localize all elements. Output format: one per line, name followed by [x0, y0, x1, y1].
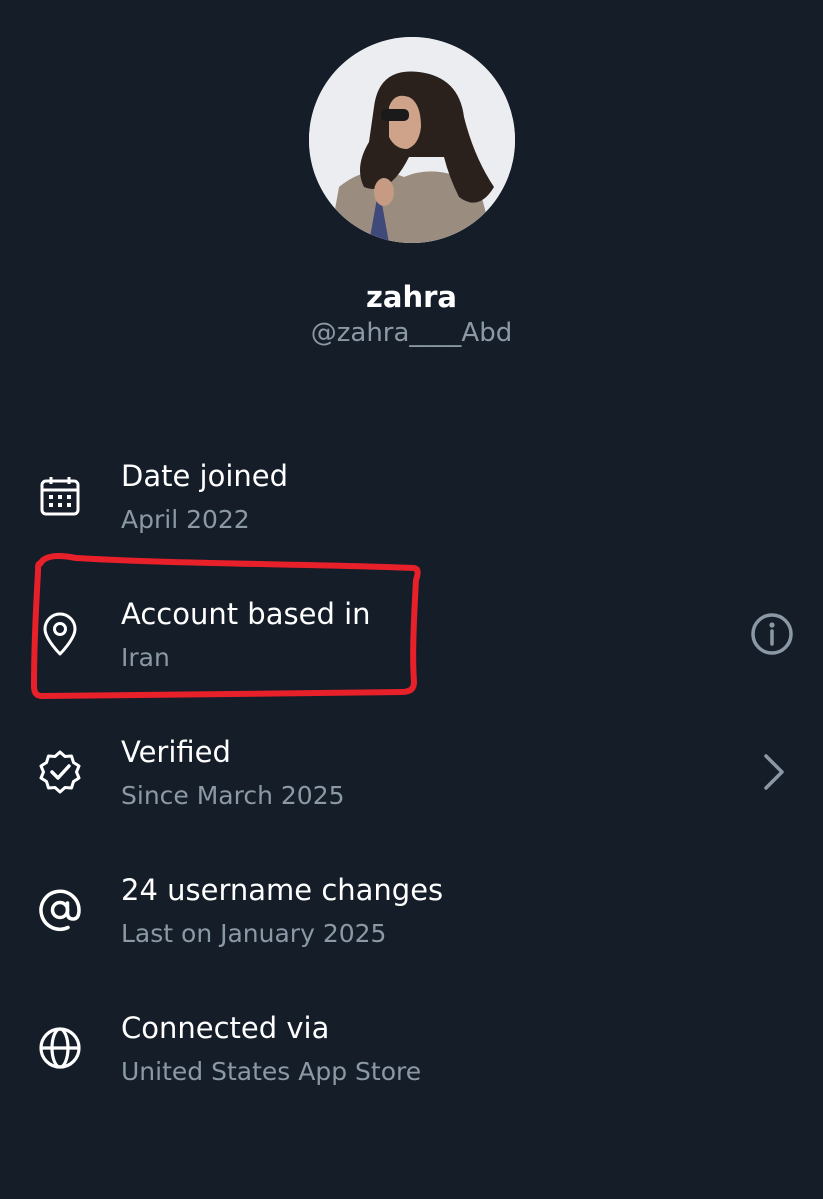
info-icon[interactable] [748, 610, 796, 658]
avatar-photo [309, 37, 515, 243]
about-item-title: 24 username changes [121, 873, 444, 907]
location-pin-icon [43, 612, 77, 656]
at-sign-icon [39, 889, 81, 931]
about-item-subtitle: April 2022 [121, 505, 250, 534]
about-item-subtitle: United States App Store [121, 1057, 422, 1086]
about-item-title: Verified [121, 735, 231, 769]
profile-display-name: zahra [366, 280, 457, 314]
about-item-title: Account based in [121, 597, 371, 631]
about-item-username-changes: 24 username changes Last on January 2025 [0, 864, 823, 974]
about-item-title: Date joined [121, 459, 289, 493]
globe-icon [39, 1027, 81, 1069]
about-item-subtitle: Iran [121, 643, 170, 672]
about-item-date-joined: Date joined April 2022 [0, 450, 823, 560]
profile-avatar[interactable] [309, 37, 515, 243]
about-item-subtitle: Last on January 2025 [121, 919, 387, 948]
verified-badge-icon [39, 750, 81, 794]
about-item-verified[interactable]: Verified Since March 2025 [0, 726, 823, 836]
calendar-icon [40, 477, 80, 516]
about-item-account-based-in: Account based in Iran [0, 588, 823, 698]
chevron-right-icon[interactable] [750, 748, 798, 796]
profile-handle: @zahra____Abd [310, 318, 513, 348]
about-item-title: Connected via [121, 1011, 330, 1045]
about-item-connected-via: Connected via United States App Store [0, 1002, 823, 1112]
about-item-subtitle: Since March 2025 [121, 781, 345, 810]
